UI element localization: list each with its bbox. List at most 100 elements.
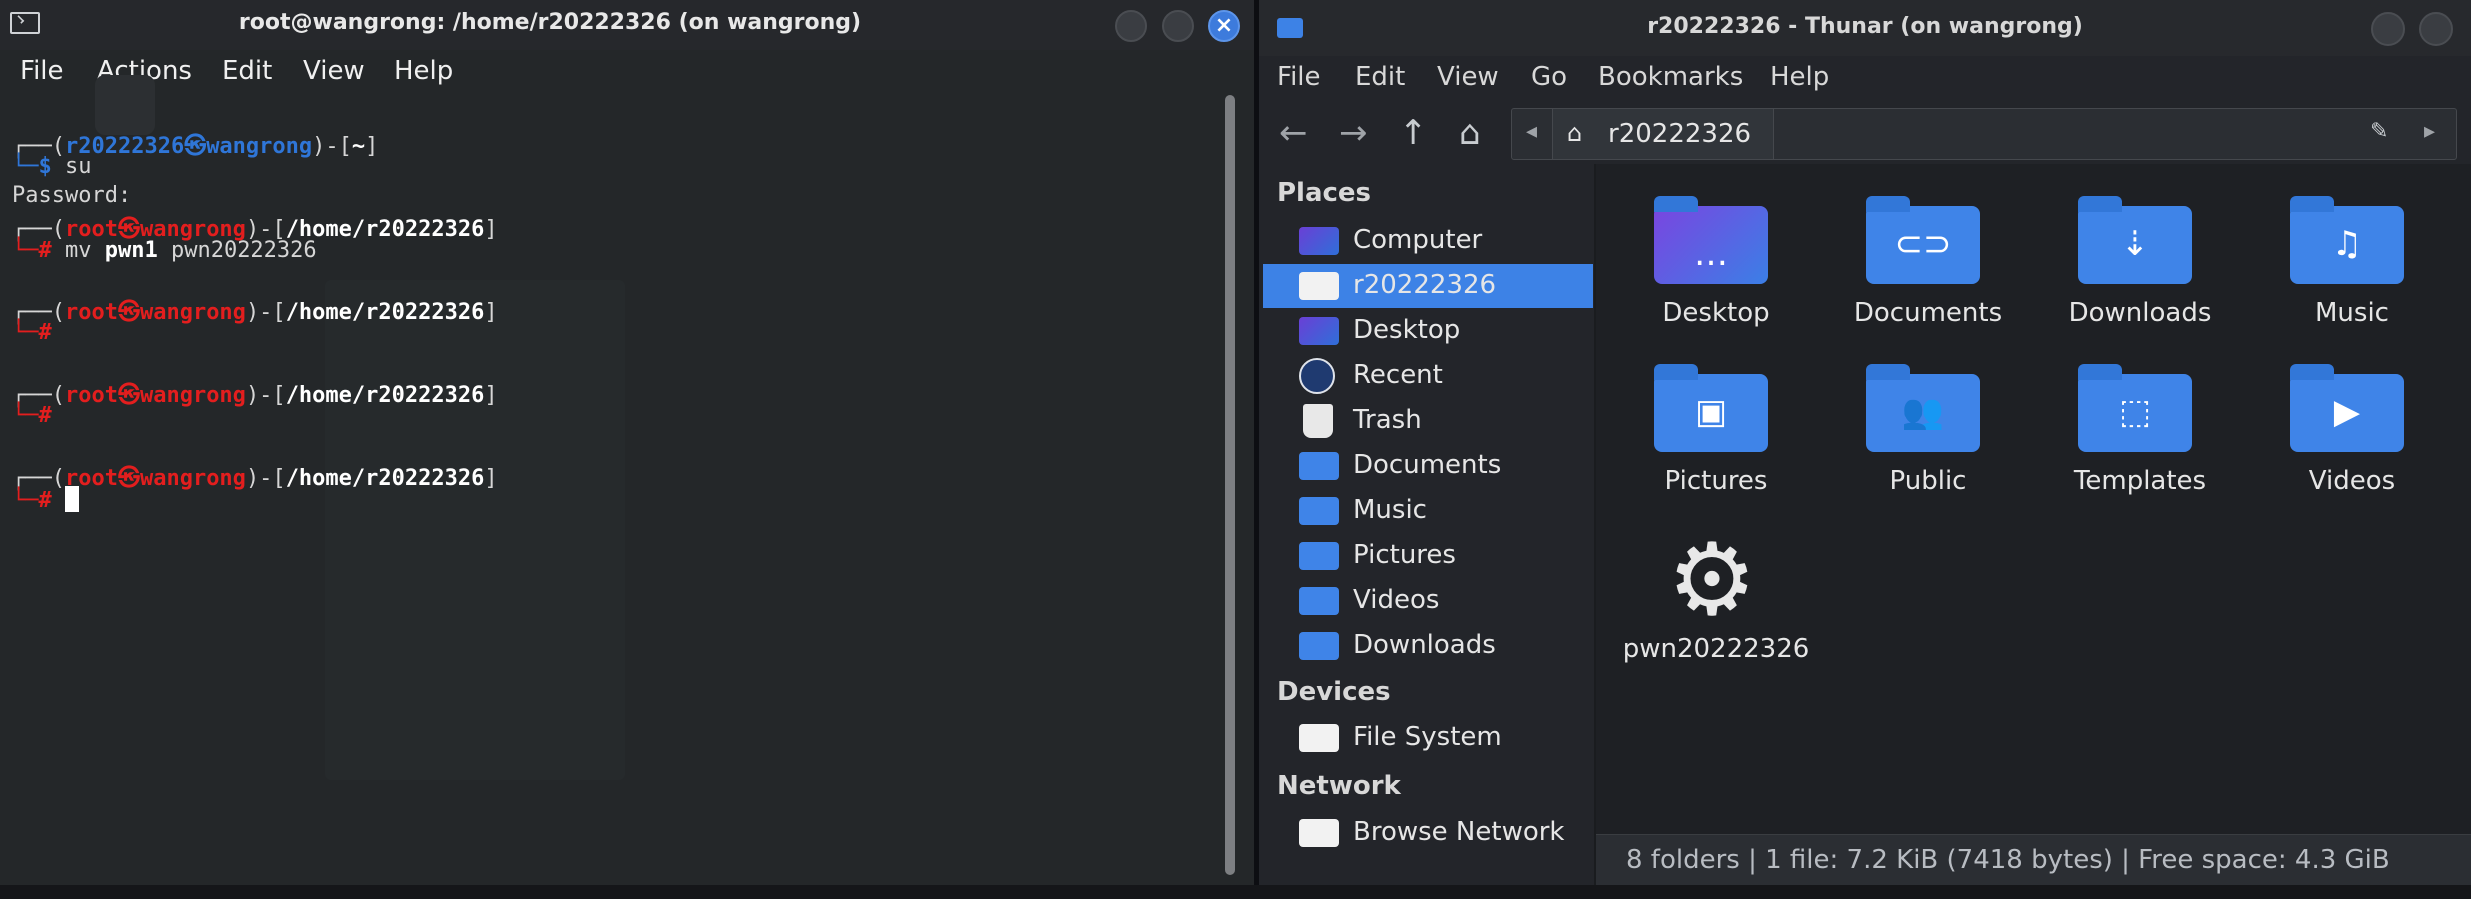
- terminal-scrollbar[interactable]: [1225, 95, 1235, 875]
- terminal-menubar: File Actions Edit View Help: [0, 50, 1254, 90]
- folder-item[interactable]: … Desktop: [1616, 192, 1816, 352]
- item-label: Music: [2315, 298, 2389, 328]
- sidebar-item-home[interactable]: r20222326: [1263, 264, 1593, 308]
- forward-arrow-icon[interactable]: →: [1339, 116, 1368, 150]
- file-item[interactable]: ⚙ pwn20222326: [1616, 528, 1816, 688]
- folder-item[interactable]: ▶ Videos: [2252, 360, 2452, 520]
- sidebar-item-computer[interactable]: Computer: [1263, 219, 1593, 263]
- sidebar-item-pictures[interactable]: Pictures: [1263, 534, 1593, 578]
- item-label: Public: [1889, 466, 1967, 496]
- clock-icon: [1299, 358, 1335, 394]
- videos-folder-icon: ▶: [2290, 364, 2404, 452]
- sidebar-item-recent[interactable]: Recent: [1263, 354, 1593, 398]
- sidebar-item-desktop[interactable]: Desktop: [1263, 309, 1593, 353]
- location-bar[interactable]: ◂ ⌂ r20222326 ✎ ▸: [1511, 108, 2457, 160]
- pictures-folder-icon: ▣: [1654, 364, 1768, 452]
- network-icon: [1299, 819, 1339, 847]
- terminal-output[interactable]: ┌──(r20222326㉿wangrong)-[~] └─$ su Passw…: [0, 75, 1220, 885]
- status-text: 8 folders | 1 file: 7.2 KiB (7418 bytes)…: [1626, 845, 2390, 875]
- folder-item[interactable]: ⇣ Downloads: [2040, 192, 2240, 352]
- back-arrow-icon[interactable]: ←: [1279, 116, 1308, 150]
- path-segment-label: r20222326: [1608, 119, 1752, 149]
- sidebar-item-downloads[interactable]: Downloads: [1263, 624, 1593, 668]
- command-line-4: └─#: [12, 403, 52, 428]
- desktop-folder-icon: …: [1654, 196, 1768, 284]
- sidebar-section-places: Places: [1277, 178, 1372, 208]
- sidebar-item-documents[interactable]: Documents: [1263, 444, 1593, 488]
- command-line-1: └─$ su: [12, 154, 92, 179]
- sidebar-item-label: Pictures: [1353, 540, 1456, 570]
- prompt-line-4: ┌──(root㉿wangrong)-[/home/r20222326]: [12, 383, 498, 408]
- sidebar-item-label: Downloads: [1353, 630, 1496, 660]
- sidebar-item-music[interactable]: Music: [1263, 489, 1593, 533]
- documents-folder-icon: [1299, 452, 1339, 480]
- minimize-button[interactable]: [2371, 12, 2405, 46]
- prompt-line-3: ┌──(root㉿wangrong)-[/home/r20222326]: [12, 300, 498, 325]
- terminal-title: root@wangrong: /home/r20222326 (on wangr…: [238, 10, 862, 35]
- menu-file[interactable]: File: [20, 56, 64, 86]
- chevron-right-icon[interactable]: ▸: [2424, 119, 2435, 144]
- documents-folder-icon: ⊂⊃: [1866, 196, 1980, 284]
- menu-go[interactable]: Go: [1531, 62, 1567, 92]
- edit-pencil-icon[interactable]: ✎: [2370, 119, 2388, 144]
- menu-file[interactable]: File: [1277, 62, 1321, 92]
- folder-item[interactable]: ▣ Pictures: [1616, 360, 1816, 520]
- videos-folder-icon: [1299, 587, 1339, 615]
- menu-edit[interactable]: Edit: [222, 56, 272, 86]
- folder-item[interactable]: ⬚ Templates: [2040, 360, 2240, 520]
- command-line-5: └─#: [12, 486, 79, 513]
- public-folder-icon: 👥: [1866, 364, 1980, 452]
- maximize-button[interactable]: [2419, 12, 2453, 46]
- menu-edit[interactable]: Edit: [1355, 62, 1405, 92]
- terminal-titlebar[interactable]: root@wangrong: /home/r20222326 (on wangr…: [0, 0, 1254, 50]
- sidebar-item-label: Trash: [1353, 405, 1422, 435]
- menu-help[interactable]: Help: [1770, 62, 1829, 92]
- folder-item[interactable]: ⊂⊃ Documents: [1828, 192, 2028, 352]
- sidebar-item-label: Music: [1353, 495, 1427, 525]
- computer-icon: [1299, 227, 1339, 255]
- minimize-button[interactable]: [1115, 10, 1147, 42]
- path-segment[interactable]: ⌂ r20222326: [1552, 109, 1774, 159]
- file-manager-titlebar[interactable]: r20222326 - Thunar (on wangrong): [1259, 0, 2471, 56]
- home-icon: ⌂: [1567, 119, 1583, 147]
- terminal-window[interactable]: root@wangrong: /home/r20222326 (on wangr…: [0, 0, 1254, 885]
- folder-item[interactable]: 👥 Public: [1828, 360, 2028, 520]
- desktop-bottom-strip: [0, 885, 2471, 899]
- file-manager-window[interactable]: r20222326 - Thunar (on wangrong) File Ed…: [1259, 0, 2471, 885]
- item-label: Videos: [2308, 466, 2396, 496]
- sidebar-item-label: Desktop: [1353, 315, 1461, 345]
- sidebar-item-label: Browse Network: [1353, 817, 1565, 847]
- drive-icon: [1299, 724, 1339, 752]
- menu-help[interactable]: Help: [394, 56, 453, 86]
- menu-view[interactable]: View: [303, 56, 365, 86]
- chevron-left-icon[interactable]: ◂: [1526, 119, 1537, 144]
- templates-folder-icon: ⬚: [2078, 364, 2192, 452]
- maximize-button[interactable]: [1162, 10, 1194, 42]
- reflection-shape: [325, 280, 625, 780]
- pictures-folder-icon: [1299, 542, 1339, 570]
- up-arrow-icon[interactable]: ↑: [1399, 116, 1428, 150]
- folder-item[interactable]: ♫ Music: [2252, 192, 2452, 352]
- sidebar-item-label: Documents: [1353, 450, 1502, 480]
- sidebar-item-browse-network[interactable]: Browse Network: [1263, 811, 1593, 855]
- close-button[interactable]: ×: [1208, 10, 1240, 42]
- sidebar-item-trash[interactable]: Trash: [1263, 399, 1593, 443]
- file-icon-view[interactable]: … Desktop ⊂⊃ Documents ⇣ Downloads ♫ Mus…: [1596, 164, 2471, 834]
- gear-icon: ⚙: [1667, 521, 1757, 638]
- menu-view[interactable]: View: [1437, 62, 1499, 92]
- downloads-folder-icon: ⇣: [2078, 196, 2192, 284]
- desktop-icon: [1299, 317, 1339, 345]
- item-label: pwn20222326: [1622, 634, 1810, 664]
- sidebar-section-network: Network: [1277, 771, 1401, 801]
- item-label: Desktop: [1662, 298, 1770, 328]
- sidebar-section-devices: Devices: [1277, 677, 1391, 707]
- menu-bookmarks[interactable]: Bookmarks: [1598, 62, 1743, 92]
- sidebar-item-label: Videos: [1353, 585, 1440, 615]
- sidebar-item-label: Computer: [1353, 225, 1483, 255]
- text-cursor: [64, 486, 79, 512]
- home-icon[interactable]: ⌂: [1459, 116, 1481, 150]
- file-manager-toolbar: ← → ↑ ⌂ ◂ ⌂ r20222326 ✎ ▸: [1259, 104, 2471, 164]
- sidebar-item-file-system[interactable]: File System: [1263, 716, 1593, 760]
- sidebar-item-videos[interactable]: Videos: [1263, 579, 1593, 623]
- music-folder-icon: ♫: [2290, 196, 2404, 284]
